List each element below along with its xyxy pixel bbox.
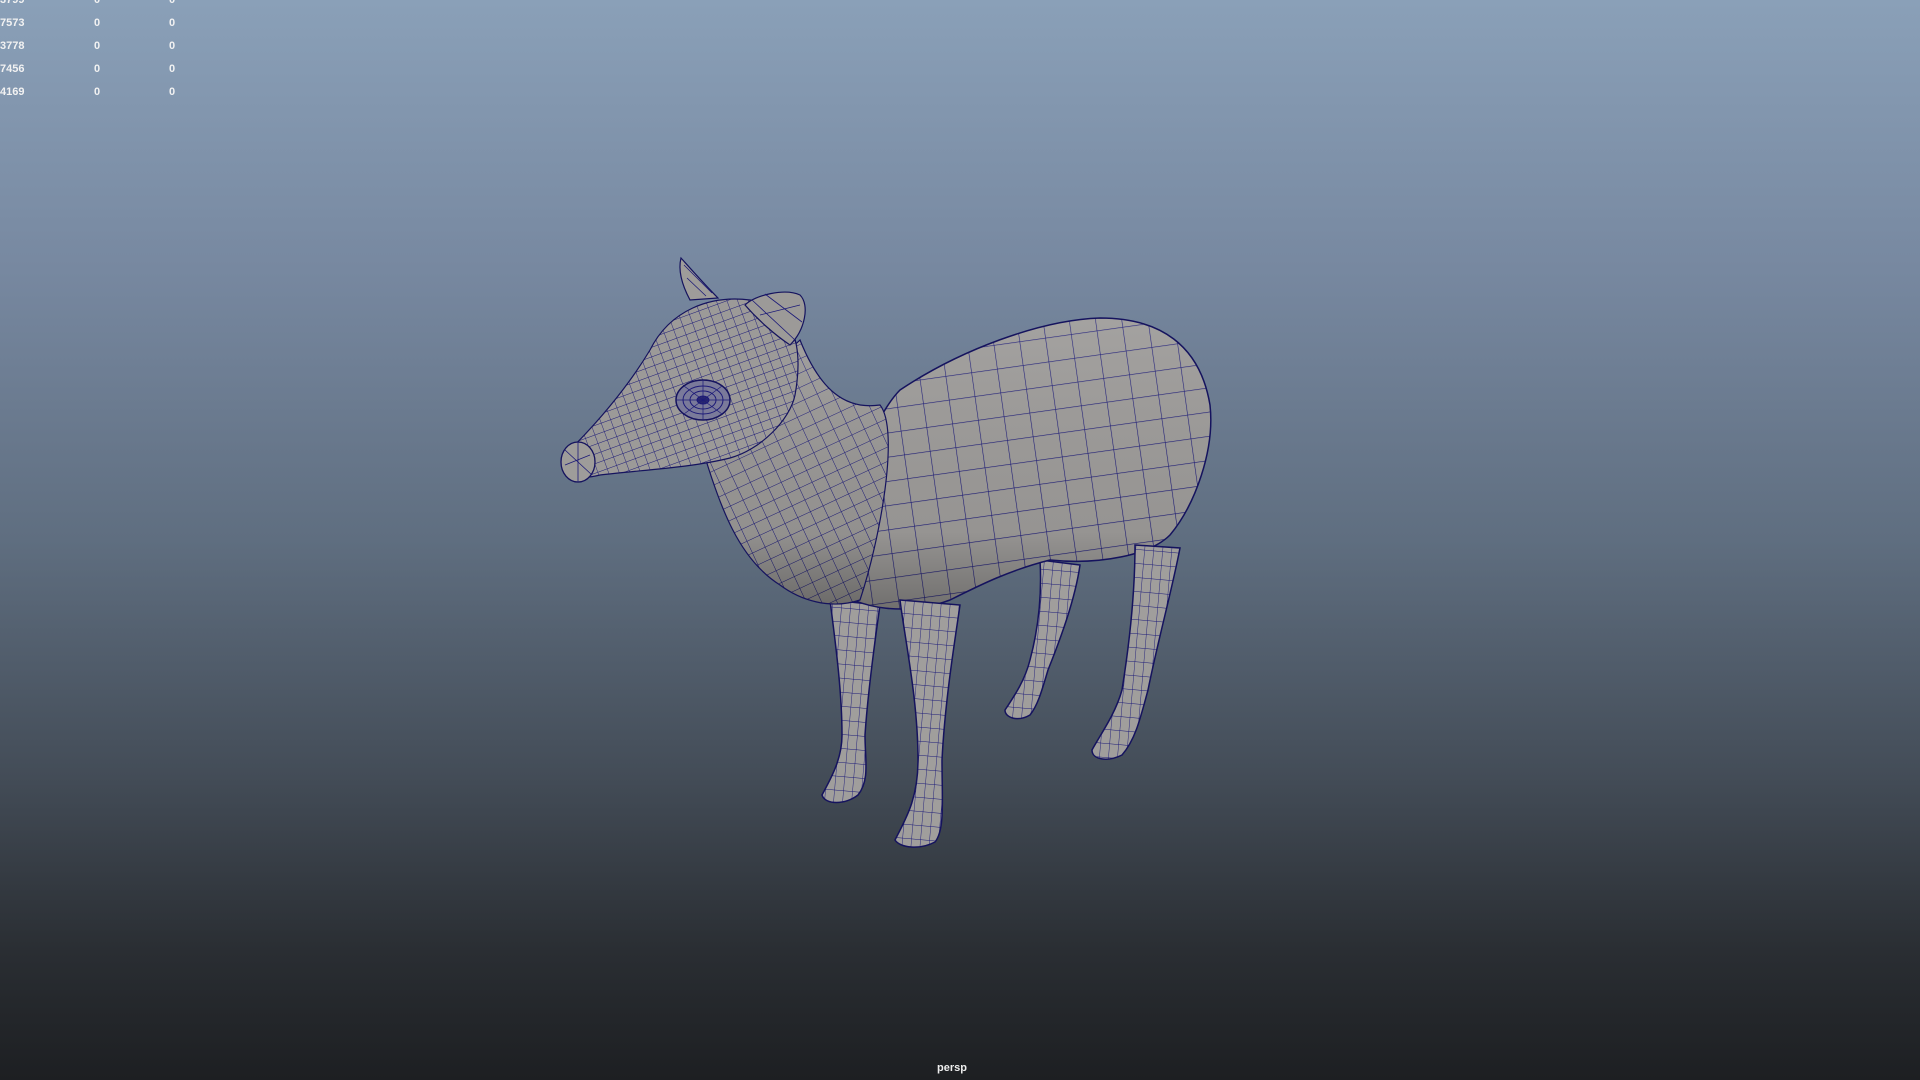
front-leg-near — [894, 599, 961, 848]
camera-name-label: persp — [937, 1062, 967, 1074]
front-leg-far — [821, 599, 881, 804]
deer-horn — [679, 256, 720, 301]
hind-leg-far — [1004, 559, 1081, 720]
hind-leg-near — [1091, 544, 1181, 760]
deer-mesh-model[interactable] — [0, 0, 1920, 1080]
perspective-viewport[interactable]: 3799 0 0 7573 0 0 3778 0 0 7456 0 0 4169… — [0, 0, 1920, 1080]
deer-eye — [675, 379, 731, 421]
deer-nose — [560, 441, 596, 483]
